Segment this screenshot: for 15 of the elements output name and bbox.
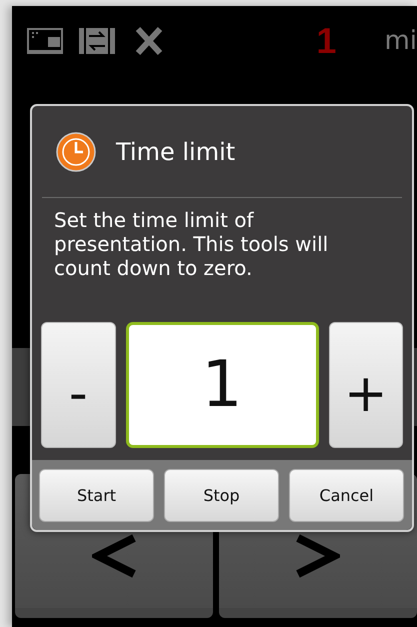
decrement-button[interactable]: - <box>41 322 116 448</box>
dialog-button[interactable]: Start <box>39 469 154 522</box>
window-icon[interactable] <box>26 25 64 57</box>
increment-button[interactable]: + <box>328 322 403 448</box>
dialog-message: Set the time limit of presentation. This tools will count down to zero. <box>53 207 330 282</box>
chevron-left-icon <box>92 534 136 578</box>
dialog-button[interactable]: Stop <box>164 469 279 522</box>
dialog-button[interactable]: Cancel <box>289 469 404 522</box>
swap-icon[interactable] <box>78 25 116 57</box>
chevron-right-icon <box>296 534 340 578</box>
counter: 1 <box>316 20 336 62</box>
dialog-title: Time limit <box>116 138 236 166</box>
clock-icon <box>56 132 96 172</box>
unit-label: mi <box>384 26 417 56</box>
value-field[interactable]: 1 <box>126 322 318 448</box>
